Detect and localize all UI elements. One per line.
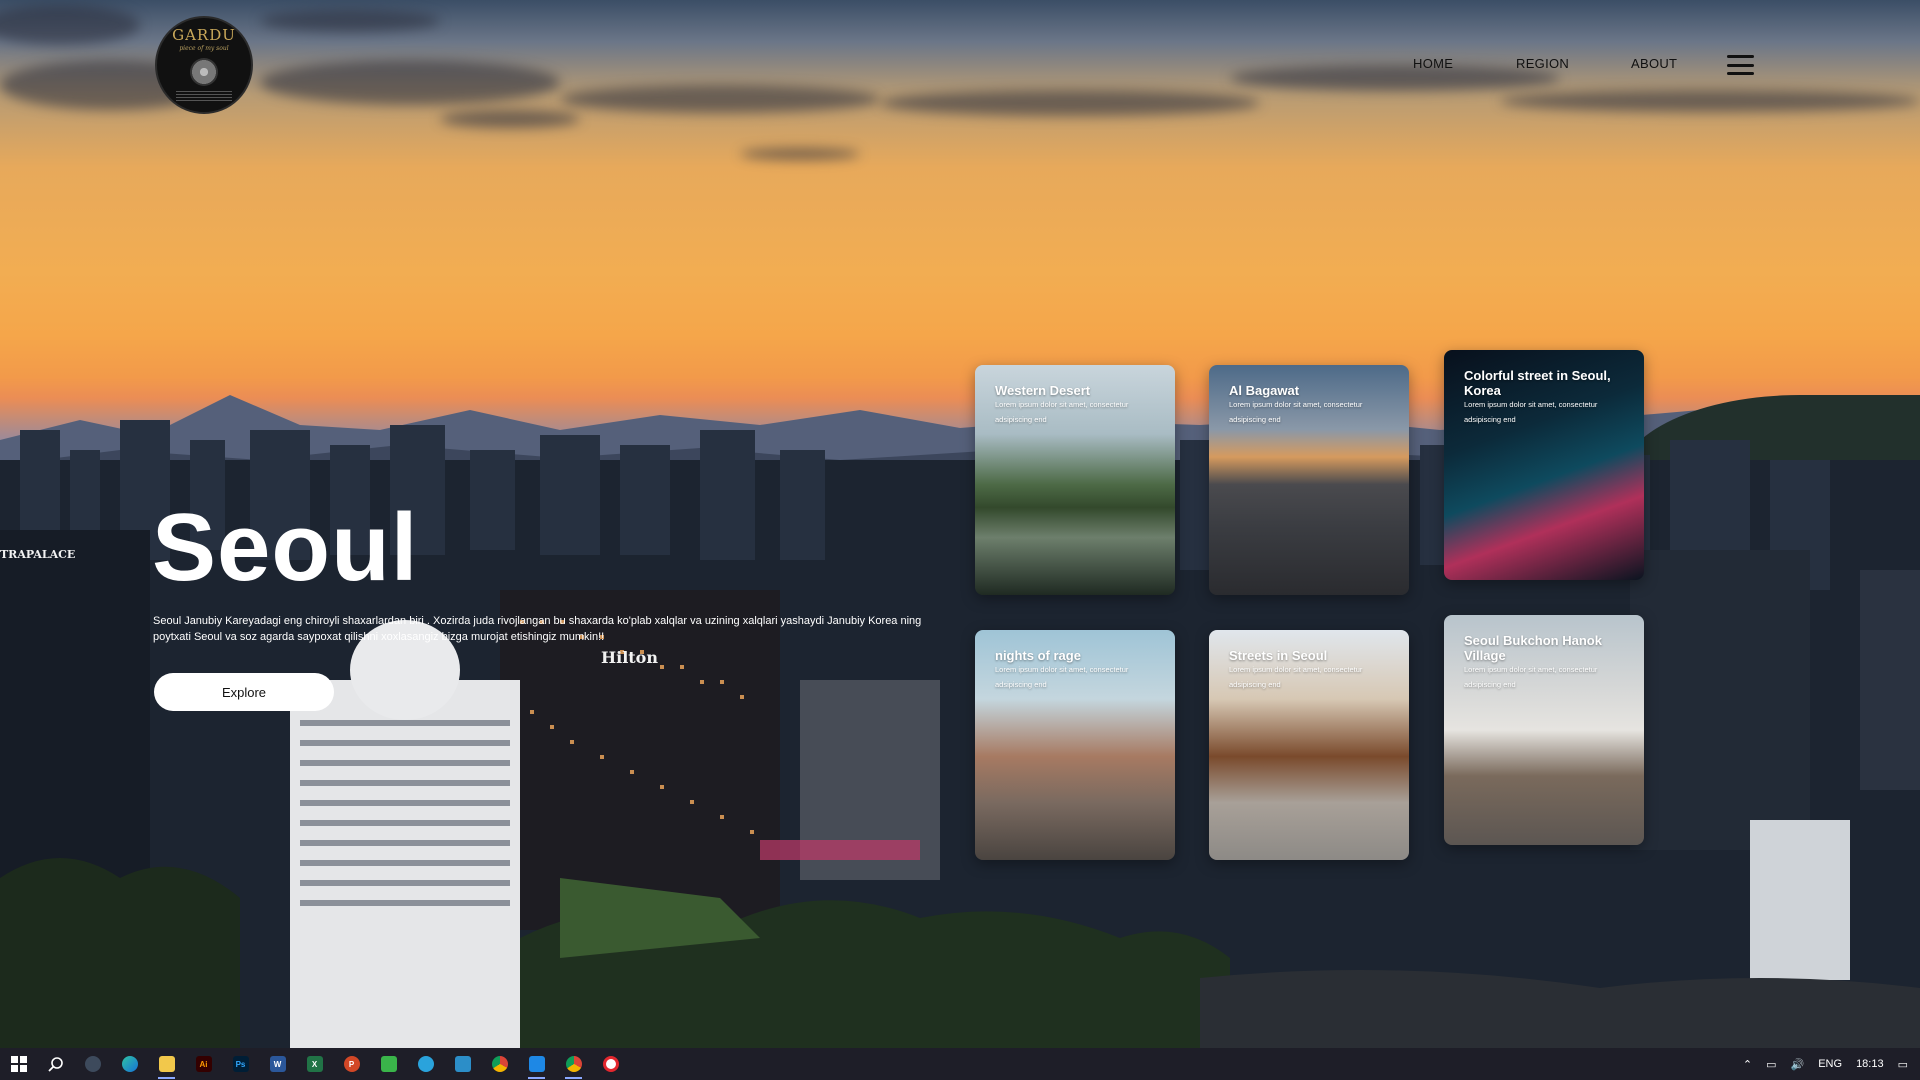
photoshop-icon[interactable]: Ps: [222, 1048, 259, 1080]
card-title: Streets in Seoul: [1229, 648, 1328, 663]
chrome-profile-icon[interactable]: [555, 1048, 592, 1080]
cloud: [740, 148, 860, 160]
explore-button[interactable]: Explore: [154, 673, 334, 711]
logo-wordmark: GARDU: [172, 26, 236, 44]
destination-card[interactable]: Streets in Seoul Lorem ipsum dolor sit a…: [1209, 630, 1409, 860]
card-title: nights of rage: [995, 648, 1081, 663]
windows-start-icon[interactable]: [0, 1048, 37, 1080]
volume-icon[interactable]: 🔊: [1791, 1058, 1805, 1071]
nav-about-link[interactable]: ABOUT: [1631, 56, 1677, 71]
language-indicator[interactable]: ENG: [1818, 1058, 1842, 1070]
building-sign: TRAPALACE: [0, 548, 76, 561]
system-tray: ⌃ ▭ 🔊 ENG 18:13 ▭: [1743, 1048, 1920, 1080]
card-description: Lorem ipsum dolor sit amet, consectetur …: [1464, 400, 1598, 424]
hamburger-menu-icon[interactable]: [1727, 55, 1754, 75]
card-description: Lorem ipsum dolor sit amet, consectetur …: [1229, 400, 1363, 424]
destination-card[interactable]: Western Desert Lorem ipsum dolor sit ame…: [975, 365, 1175, 595]
tree-canopy: [0, 858, 1920, 1048]
card-description: Lorem ipsum dolor sit amet, consectetur …: [1229, 665, 1363, 689]
logo-detail: [176, 91, 232, 103]
logo-tagline: piece of my soul: [179, 45, 229, 52]
card-description: Lorem ipsum dolor sit amet, consectetur …: [995, 400, 1129, 424]
phone-link-icon[interactable]: [370, 1048, 407, 1080]
destination-card[interactable]: Colorful street in Seoul, Korea Lorem ip…: [1444, 350, 1644, 580]
cloud: [1500, 90, 1920, 112]
cloud: [560, 85, 880, 113]
cloud: [1230, 65, 1560, 91]
chevron-up-icon[interactable]: ⌃: [1743, 1058, 1752, 1071]
hero-description: Seoul Janubiy Kareyadagi eng chiroyli sh…: [153, 615, 922, 643]
notification-icon[interactable]: ▭: [1898, 1058, 1908, 1071]
cloud: [440, 110, 580, 128]
card-description: Lorem ipsum dolor sit amet, consectetur …: [1464, 665, 1598, 689]
hero-title: Seoul: [152, 494, 419, 601]
destination-card[interactable]: Seoul Bukchon Hanok Village Lorem ipsum …: [1444, 615, 1644, 845]
menu-bar: [1727, 55, 1754, 58]
disc-icon: [190, 58, 218, 86]
nav-region-link[interactable]: REGION: [1516, 56, 1569, 71]
cloud: [0, 5, 140, 45]
network-icon[interactable]: ▭: [1766, 1058, 1776, 1071]
chrome-icon[interactable]: [481, 1048, 518, 1080]
clock[interactable]: 18:13: [1856, 1058, 1884, 1070]
telegram-icon[interactable]: [407, 1048, 444, 1080]
card-title: Al Bagawat: [1229, 383, 1300, 398]
cloud: [260, 10, 440, 32]
3d-viewer-icon[interactable]: [444, 1048, 481, 1080]
card-title: Western Desert: [995, 383, 1091, 398]
destination-card[interactable]: nights of rage Lorem ipsum dolor sit ame…: [975, 630, 1175, 860]
search-icon[interactable]: [37, 1048, 74, 1080]
menu-bar: [1727, 72, 1754, 75]
cloud: [260, 60, 560, 105]
recorder-icon[interactable]: [592, 1048, 629, 1080]
excel-icon[interactable]: X: [296, 1048, 333, 1080]
file-explorer-icon[interactable]: [148, 1048, 185, 1080]
hotel-sign: Hilton: [601, 648, 658, 667]
word-icon[interactable]: W: [259, 1048, 296, 1080]
vscode-icon[interactable]: [518, 1048, 555, 1080]
card-description: Lorem ipsum dolor sit amet, consectetur …: [995, 665, 1129, 689]
card-title: Seoul Bukchon Hanok Village: [1464, 633, 1602, 663]
nav-home-link[interactable]: HOME: [1413, 56, 1453, 71]
davinci-icon[interactable]: [74, 1048, 111, 1080]
edge-icon[interactable]: [111, 1048, 148, 1080]
windows-taskbar: Ai Ps W X P ⌃ ▭ 🔊 ENG 18:13 ▭: [0, 1048, 1920, 1080]
site-logo[interactable]: GARDU piece of my soul: [155, 16, 253, 114]
menu-bar: [1727, 63, 1754, 67]
powerpoint-icon[interactable]: P: [333, 1048, 370, 1080]
destination-card[interactable]: Al Bagawat Lorem ipsum dolor sit amet, c…: [1209, 365, 1409, 595]
illustrator-icon[interactable]: Ai: [185, 1048, 222, 1080]
card-title: Colorful street in Seoul, Korea: [1464, 368, 1611, 398]
cloud: [880, 90, 1260, 116]
